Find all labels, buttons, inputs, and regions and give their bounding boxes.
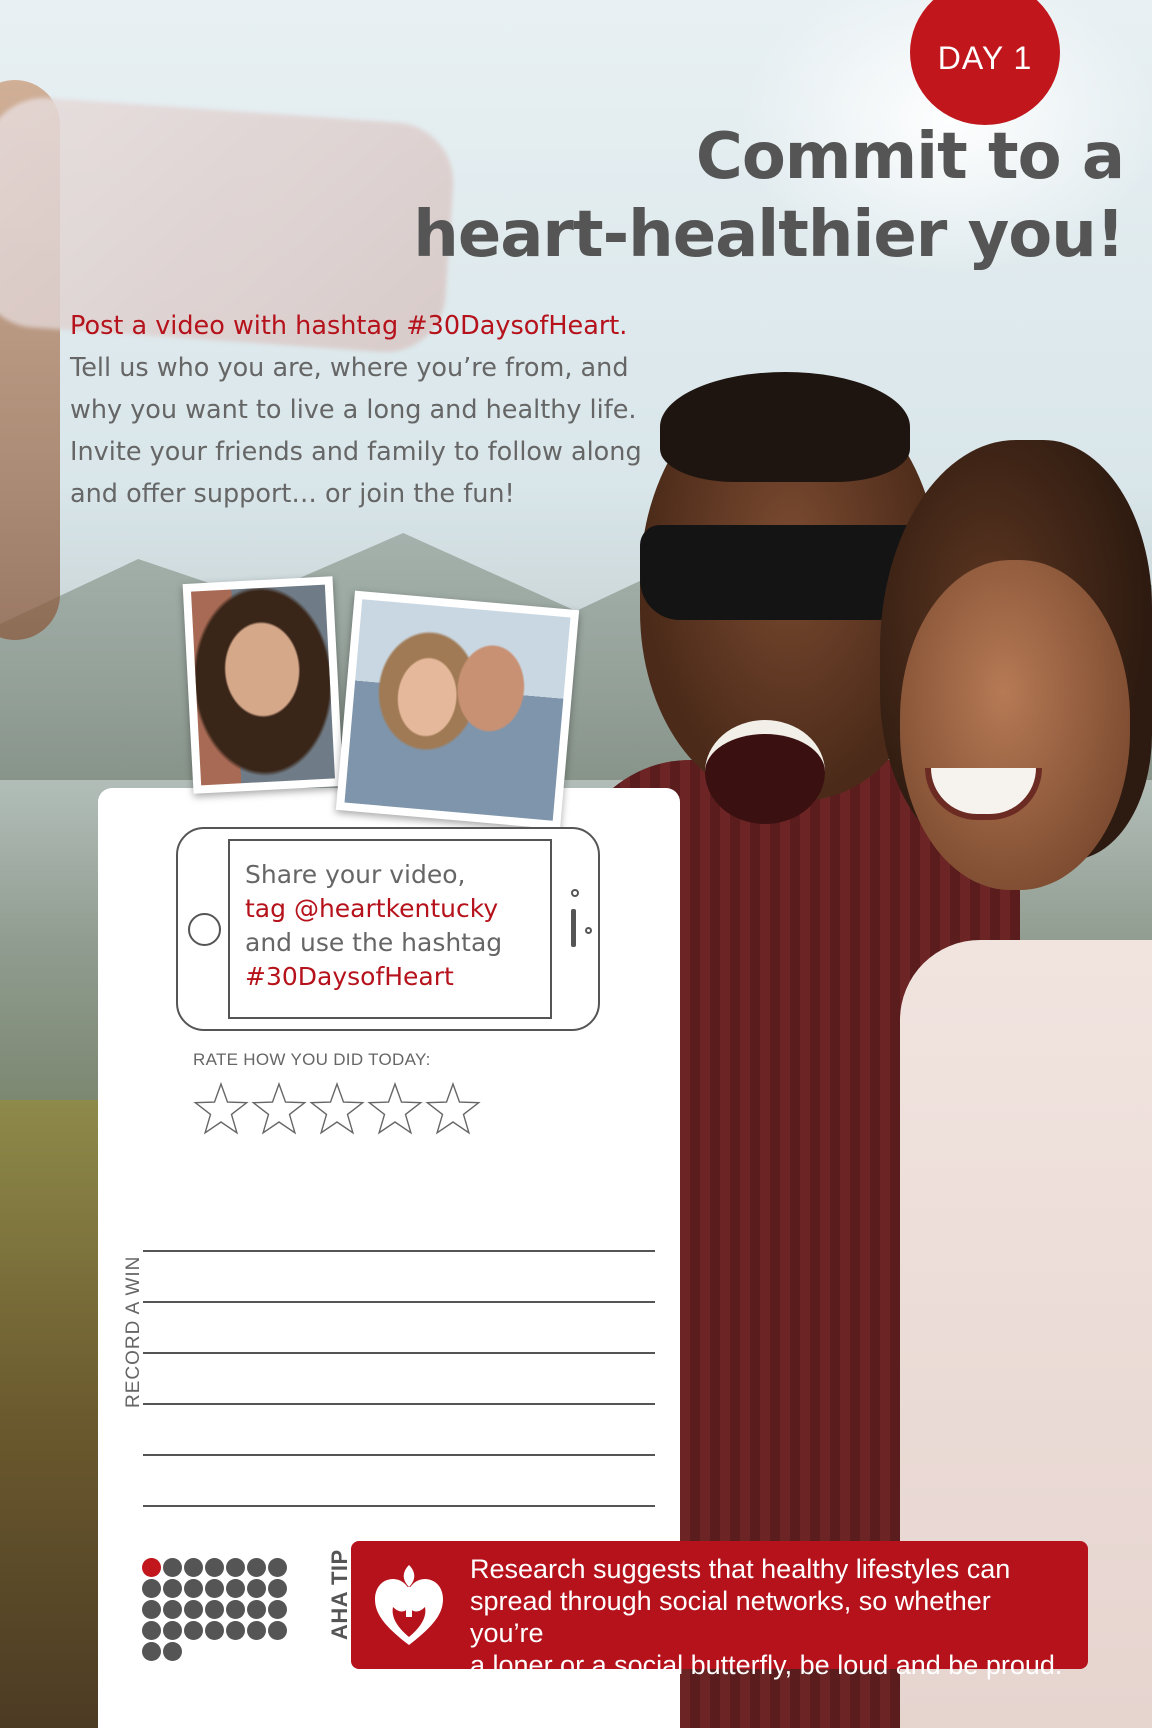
phone-camera-icon: [571, 889, 579, 897]
progress-dot: [163, 1579, 182, 1598]
heart-torch-logo-icon: [375, 1565, 443, 1645]
aha-tip-box: Research suggests that healthy lifestyle…: [351, 1541, 1088, 1680]
progress-dot: [268, 1621, 287, 1640]
aha-tip-text: Research suggests that healthy lifestyle…: [470, 1553, 1070, 1681]
progress-dot: [268, 1558, 287, 1577]
record-win-line[interactable]: [143, 1250, 655, 1252]
record-win-line[interactable]: [143, 1352, 655, 1354]
selfie-photo-woman: [182, 576, 344, 794]
progress-dot: [142, 1579, 161, 1598]
record-win-line[interactable]: [143, 1505, 655, 1507]
progress-dot: [142, 1621, 161, 1640]
intro-line-4: and offer support… or join the fun!: [70, 479, 515, 509]
rating-star-icon[interactable]: [424, 1080, 482, 1138]
progress-dot: [268, 1600, 287, 1619]
rating-label: RATE HOW YOU DID TODAY:: [193, 1050, 431, 1069]
intro-line-3: Invite your friends and family to follow…: [70, 437, 642, 467]
selfie-photo-family: [335, 590, 580, 830]
share-line-3: and use the hashtag: [245, 928, 503, 957]
progress-dot: [142, 1558, 161, 1577]
progress-dot: [163, 1621, 182, 1640]
record-win-line[interactable]: [143, 1301, 655, 1303]
tip-line-1: Research suggests that healthy lifestyle…: [470, 1554, 1011, 1584]
share-handle: tag @heartkentucky: [245, 894, 499, 923]
progress-dot: [163, 1642, 182, 1661]
progress-dot: [205, 1558, 224, 1577]
share-instructions: Share your video, tag @heartkentucky and…: [245, 858, 545, 994]
progress-dot: [226, 1558, 245, 1577]
progress-dot: [247, 1621, 266, 1640]
progress-dot: [142, 1642, 161, 1661]
rating-star-icon[interactable]: [308, 1080, 366, 1138]
progress-dot: [163, 1558, 182, 1577]
rating-star-icon[interactable]: [250, 1080, 308, 1138]
progress-dot: [184, 1600, 203, 1619]
progress-dot: [184, 1621, 203, 1640]
progress-dot: [226, 1579, 245, 1598]
progress-dot: [247, 1600, 266, 1619]
progress-dot: [205, 1600, 224, 1619]
progress-dot: [247, 1579, 266, 1598]
rating-star-icon[interactable]: [366, 1080, 424, 1138]
share-hashtag: #30DaysofHeart: [245, 962, 454, 991]
record-win-line[interactable]: [143, 1454, 655, 1456]
woman-face: [900, 560, 1130, 890]
phone-home-button-icon: [188, 913, 221, 946]
progress-dot: [184, 1579, 203, 1598]
progress-dot: [163, 1600, 182, 1619]
progress-dot: [142, 1600, 161, 1619]
man-smile: [705, 720, 825, 824]
tip-line-2: spread through social networks, so wheth…: [470, 1586, 991, 1648]
rating-star-icon[interactable]: [192, 1080, 250, 1138]
page-title: Commit to a heart-healthier you!: [224, 118, 1125, 274]
progress-dot: [205, 1621, 224, 1640]
progress-dot: [205, 1579, 224, 1598]
tip-line-3: a loner or a social butterfly, be loud a…: [470, 1650, 1063, 1680]
share-line-1: Share your video,: [245, 860, 466, 889]
phone-sensor-icon: [585, 927, 592, 934]
aha-tip-label: AHA TIP: [327, 1549, 352, 1640]
progress-dot: [184, 1558, 203, 1577]
progress-dot: [268, 1579, 287, 1598]
progress-dot: [247, 1558, 266, 1577]
day-badge-label: DAY 1: [937, 40, 1033, 76]
intro-line-1: Tell us who you are, where you’re from, …: [70, 353, 629, 383]
title-line-1: Commit to a: [695, 120, 1125, 194]
intro-line-2: why you want to live a long and healthy …: [70, 395, 637, 425]
progress-dot: [226, 1600, 245, 1619]
star-rating[interactable]: [192, 1080, 482, 1138]
title-line-2: heart-healthier you!: [413, 198, 1125, 272]
progress-dot: [226, 1621, 245, 1640]
intro-paragraph: Post a video with hashtag #30DaysofHeart…: [70, 305, 710, 515]
day-badge: DAY 1: [910, 0, 1060, 125]
record-win-label: RECORD A WIN: [123, 1255, 144, 1408]
record-win-line[interactable]: [143, 1403, 655, 1405]
intro-highlight: Post a video with hashtag #30DaysofHeart…: [70, 311, 628, 341]
phone-speaker-icon: [571, 909, 576, 947]
journal-page: DAY 1 Commit to a heart-healthier you! P…: [0, 0, 1152, 1728]
